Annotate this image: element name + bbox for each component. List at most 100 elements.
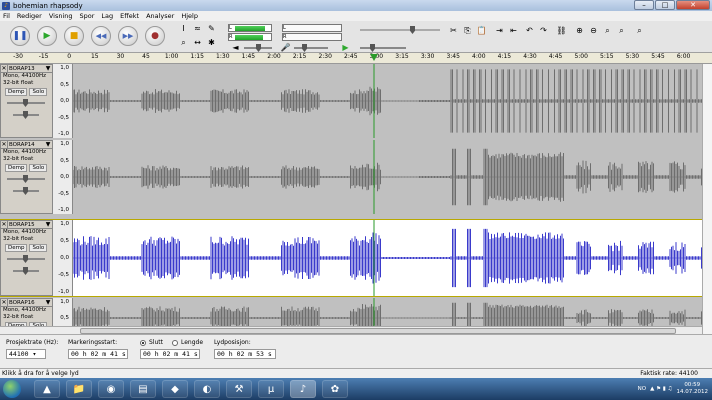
timeline-ruler[interactable]: -30 -15 0 15 30 45 1:00 1:15 1:30 1:45 2:00 2:15 2:3… <box>0 53 712 64</box>
play-button[interactable]: ▶ <box>37 26 57 46</box>
gain-slider[interactable] <box>7 99 45 107</box>
selection-end-field[interactable]: 00 h 02 m 41 s <box>140 349 200 359</box>
copy-icon[interactable]: ⎘ <box>462 25 473 36</box>
menu-lag[interactable]: Lag <box>101 12 113 20</box>
track-menu-chevron-icon[interactable]: ▼ <box>44 65 52 72</box>
menu-visning[interactable]: Visning <box>49 12 73 20</box>
close-track-icon[interactable]: ✕ <box>1 141 8 148</box>
mute-button[interactable]: Demp <box>5 244 28 252</box>
pan-slider[interactable] <box>13 187 39 195</box>
waveform-area[interactable] <box>73 220 702 296</box>
minimize-button[interactable]: – <box>634 0 654 10</box>
track-name[interactable]: BORAP16 <box>8 300 44 306</box>
input-meter-left[interactable]: L <box>282 24 342 32</box>
clock[interactable]: 00:59 14.07.2012 <box>677 382 709 396</box>
input-meter-right[interactable]: R <box>282 33 342 41</box>
skip-to-start-button[interactable]: ◀◀ <box>91 26 111 46</box>
pan-slider[interactable] <box>13 111 39 119</box>
picasa-icon[interactable]: ✿ <box>322 380 348 398</box>
audio-track[interactable]: ✕ BORAP14 ▼ Mono, 44100Hz 32-bit float D… <box>0 140 702 214</box>
multi-tool-icon[interactable]: ✱ <box>206 37 217 48</box>
track-menu-chevron-icon[interactable]: ▼ <box>44 141 52 148</box>
length-radio[interactable] <box>172 340 178 346</box>
cut-icon[interactable]: ✂ <box>448 25 459 36</box>
paint-icon[interactable]: ◐ <box>194 380 220 398</box>
language-indicator[interactable]: NO <box>638 386 646 392</box>
zoom-toggle-icon[interactable]: ⌕ <box>634 25 645 36</box>
paste-icon[interactable]: 📋 <box>476 25 487 36</box>
document-icon[interactable]: ▤ <box>130 380 156 398</box>
tray-icons[interactable]: ▲ ⚑ ▮ ♫ <box>650 386 672 392</box>
menu-spor[interactable]: Spor <box>80 12 95 20</box>
waveform-area[interactable] <box>73 140 702 214</box>
fit-selection-icon[interactable]: ⌕ <box>602 25 613 36</box>
gain-slider[interactable] <box>7 175 45 183</box>
menu-rediger[interactable]: Rediger <box>17 12 42 20</box>
track-name[interactable]: BORAP15 <box>8 222 44 228</box>
audacity-icon[interactable]: ♪ <box>290 380 316 398</box>
pause-button[interactable]: ❚❚ <box>10 26 30 46</box>
recording-volume-slider[interactable] <box>294 44 328 52</box>
silence-icon[interactable]: ⇤ <box>508 25 519 36</box>
skip-to-end-button[interactable]: ▶▶ <box>118 26 138 46</box>
undo-icon[interactable]: ↶ <box>524 25 535 36</box>
sync-lock-icon[interactable]: ⛓ <box>556 25 567 36</box>
track-name[interactable]: BORAP14 <box>8 142 44 148</box>
redo-icon[interactable]: ↷ <box>538 25 549 36</box>
audio-track[interactable]: ✕ BORAP13 ▼ Mono, 44100Hz 32-bit float D… <box>0 64 702 138</box>
playback-speed-slider[interactable] <box>360 44 406 52</box>
selection-start-field[interactable]: 00 h 02 m 41 s <box>68 349 128 359</box>
menu-fil[interactable]: Fil <box>3 12 10 20</box>
vertical-scrollbar[interactable] <box>702 64 712 334</box>
horizontal-scrollbar[interactable] <box>0 326 702 334</box>
output-meter-right[interactable]: R <box>228 33 272 41</box>
media-icon[interactable]: ◆ <box>162 380 188 398</box>
solo-button[interactable]: Solo <box>29 88 48 96</box>
track-menu-chevron-icon[interactable]: ▼ <box>44 221 52 228</box>
track-control-panel[interactable]: ✕ BORAP13 ▼ Mono, 44100Hz 32-bit float D… <box>0 64 53 138</box>
vlc-icon[interactable]: ▲ <box>34 380 60 398</box>
tool-icon[interactable]: ⚒ <box>226 380 252 398</box>
fit-project-icon[interactable]: ⌕ <box>616 25 627 36</box>
maximize-button[interactable]: □ <box>655 0 675 10</box>
utorrent-icon[interactable]: µ <box>258 380 284 398</box>
draw-tool-icon[interactable]: ✎ <box>206 23 217 34</box>
explorer-icon[interactable]: 📁 <box>66 380 92 398</box>
mute-button[interactable]: Demp <box>5 164 28 172</box>
zoom-tool-icon[interactable]: ⌕ <box>178 37 189 48</box>
stop-button[interactable]: ■ <box>64 26 84 46</box>
transcription-speed-slider[interactable] <box>360 26 440 34</box>
gain-slider[interactable] <box>7 255 45 263</box>
solo-button[interactable]: Solo <box>29 244 48 252</box>
project-rate-select[interactable]: 44100 ▾ <box>6 349 46 359</box>
close-track-icon[interactable]: ✕ <box>1 221 8 228</box>
play-at-speed-icon[interactable]: ▶ <box>340 42 351 53</box>
mute-button[interactable]: Demp <box>5 88 28 96</box>
close-track-icon[interactable]: ✕ <box>1 299 8 306</box>
audio-position-field[interactable]: 00 h 02 m 53 s <box>214 349 276 359</box>
solo-button[interactable]: Solo <box>29 164 48 172</box>
envelope-tool-icon[interactable]: ≈ <box>192 23 203 34</box>
output-meter-left[interactable]: L <box>228 24 272 32</box>
trim-icon[interactable]: ⇥ <box>494 25 505 36</box>
track-name[interactable]: BORAP13 <box>8 66 44 72</box>
menu-effekt[interactable]: Effekt <box>120 12 139 20</box>
track-control-panel[interactable]: ✕ BORAP14 ▼ Mono, 44100Hz 32-bit float D… <box>0 140 53 214</box>
menu-hjelp[interactable]: Hjelp <box>181 12 198 20</box>
selection-tool-icon[interactable]: I <box>178 23 189 34</box>
close-button[interactable]: ✕ <box>676 0 710 10</box>
chrome-icon[interactable]: ◉ <box>98 380 124 398</box>
track-control-panel[interactable]: ✕ BORAP15 ▼ Mono, 44100Hz 32-bit float D… <box>0 220 53 296</box>
playhead-marker[interactable] <box>370 54 378 61</box>
end-radio[interactable] <box>140 340 146 346</box>
audio-track[interactable]: ✕ BORAP15 ▼ Mono, 44100Hz 32-bit float D… <box>0 219 703 297</box>
menu-analyser[interactable]: Analyser <box>146 12 174 20</box>
playback-volume-slider[interactable] <box>244 44 272 52</box>
close-track-icon[interactable]: ✕ <box>1 65 8 72</box>
timeshift-tool-icon[interactable]: ↔ <box>192 37 203 48</box>
zoom-in-icon[interactable]: ⊕ <box>574 25 585 36</box>
start-button[interactable] <box>3 380 21 398</box>
zoom-out-icon[interactable]: ⊖ <box>588 25 599 36</box>
track-menu-chevron-icon[interactable]: ▼ <box>44 299 52 306</box>
record-button[interactable]: ● <box>145 26 165 46</box>
